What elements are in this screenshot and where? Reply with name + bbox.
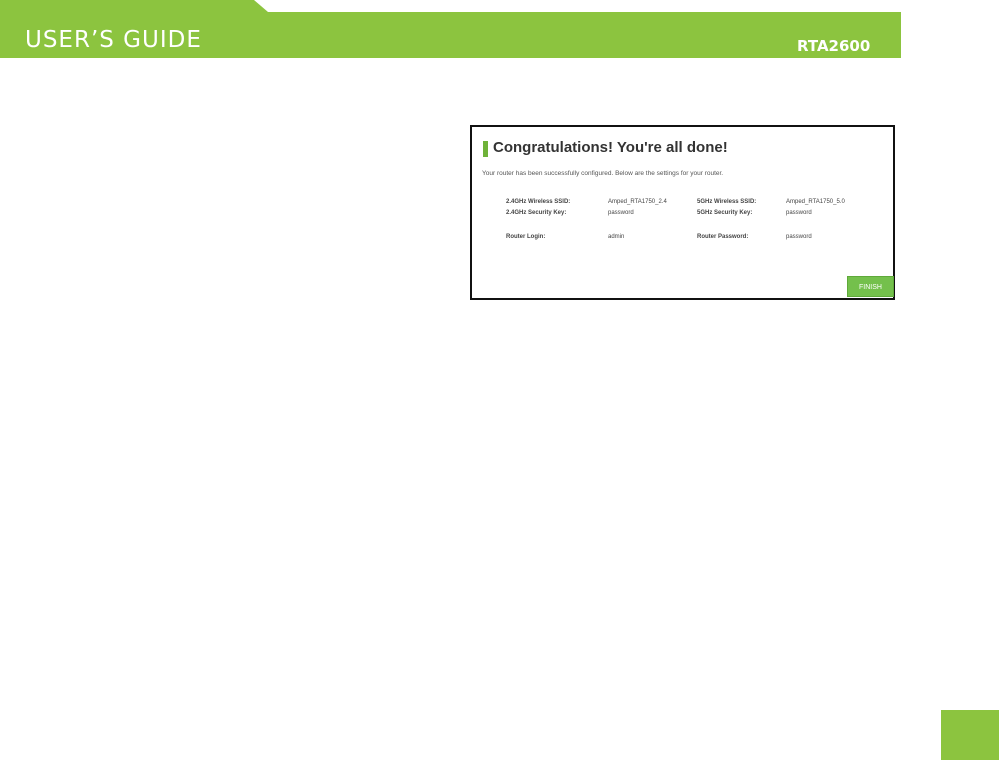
- guide-title: USER’S GUIDE: [25, 27, 202, 53]
- key-5-value: password: [786, 210, 812, 216]
- router-password-label: Router Password:: [697, 234, 749, 240]
- completion-intro: Your router has been successfully config…: [482, 170, 724, 177]
- router-login-value: admin: [608, 234, 625, 240]
- ssid-24-label: 2.4GHz Wireless SSID:: [506, 199, 571, 205]
- ssid-24-value: Amped_RTA1750_2.4: [608, 199, 667, 205]
- key-5-label: 5GHz Security Key:: [697, 210, 753, 216]
- header-tab: [0, 0, 268, 12]
- finish-button[interactable]: FINISH: [847, 276, 894, 297]
- key-24-label: 2.4GHz Security Key:: [506, 210, 567, 216]
- ssid-5-value: Amped_RTA1750_5.0: [786, 199, 845, 205]
- completion-heading: Congratulations! You're all done!: [493, 139, 728, 156]
- model-label: RTA2600: [797, 37, 871, 55]
- key-24-value: password: [608, 210, 634, 216]
- router-login-label: Router Login:: [506, 234, 546, 240]
- router-password-value: password: [786, 234, 812, 240]
- page-corner-block: [941, 710, 999, 760]
- ssid-5-label: 5GHz Wireless SSID:: [697, 199, 757, 205]
- completion-screenshot: Congratulations! You're all done! Your r…: [470, 125, 895, 300]
- header-bar: USER’S GUIDE RTA2600: [0, 12, 901, 58]
- heading-accent-bar: [483, 141, 488, 157]
